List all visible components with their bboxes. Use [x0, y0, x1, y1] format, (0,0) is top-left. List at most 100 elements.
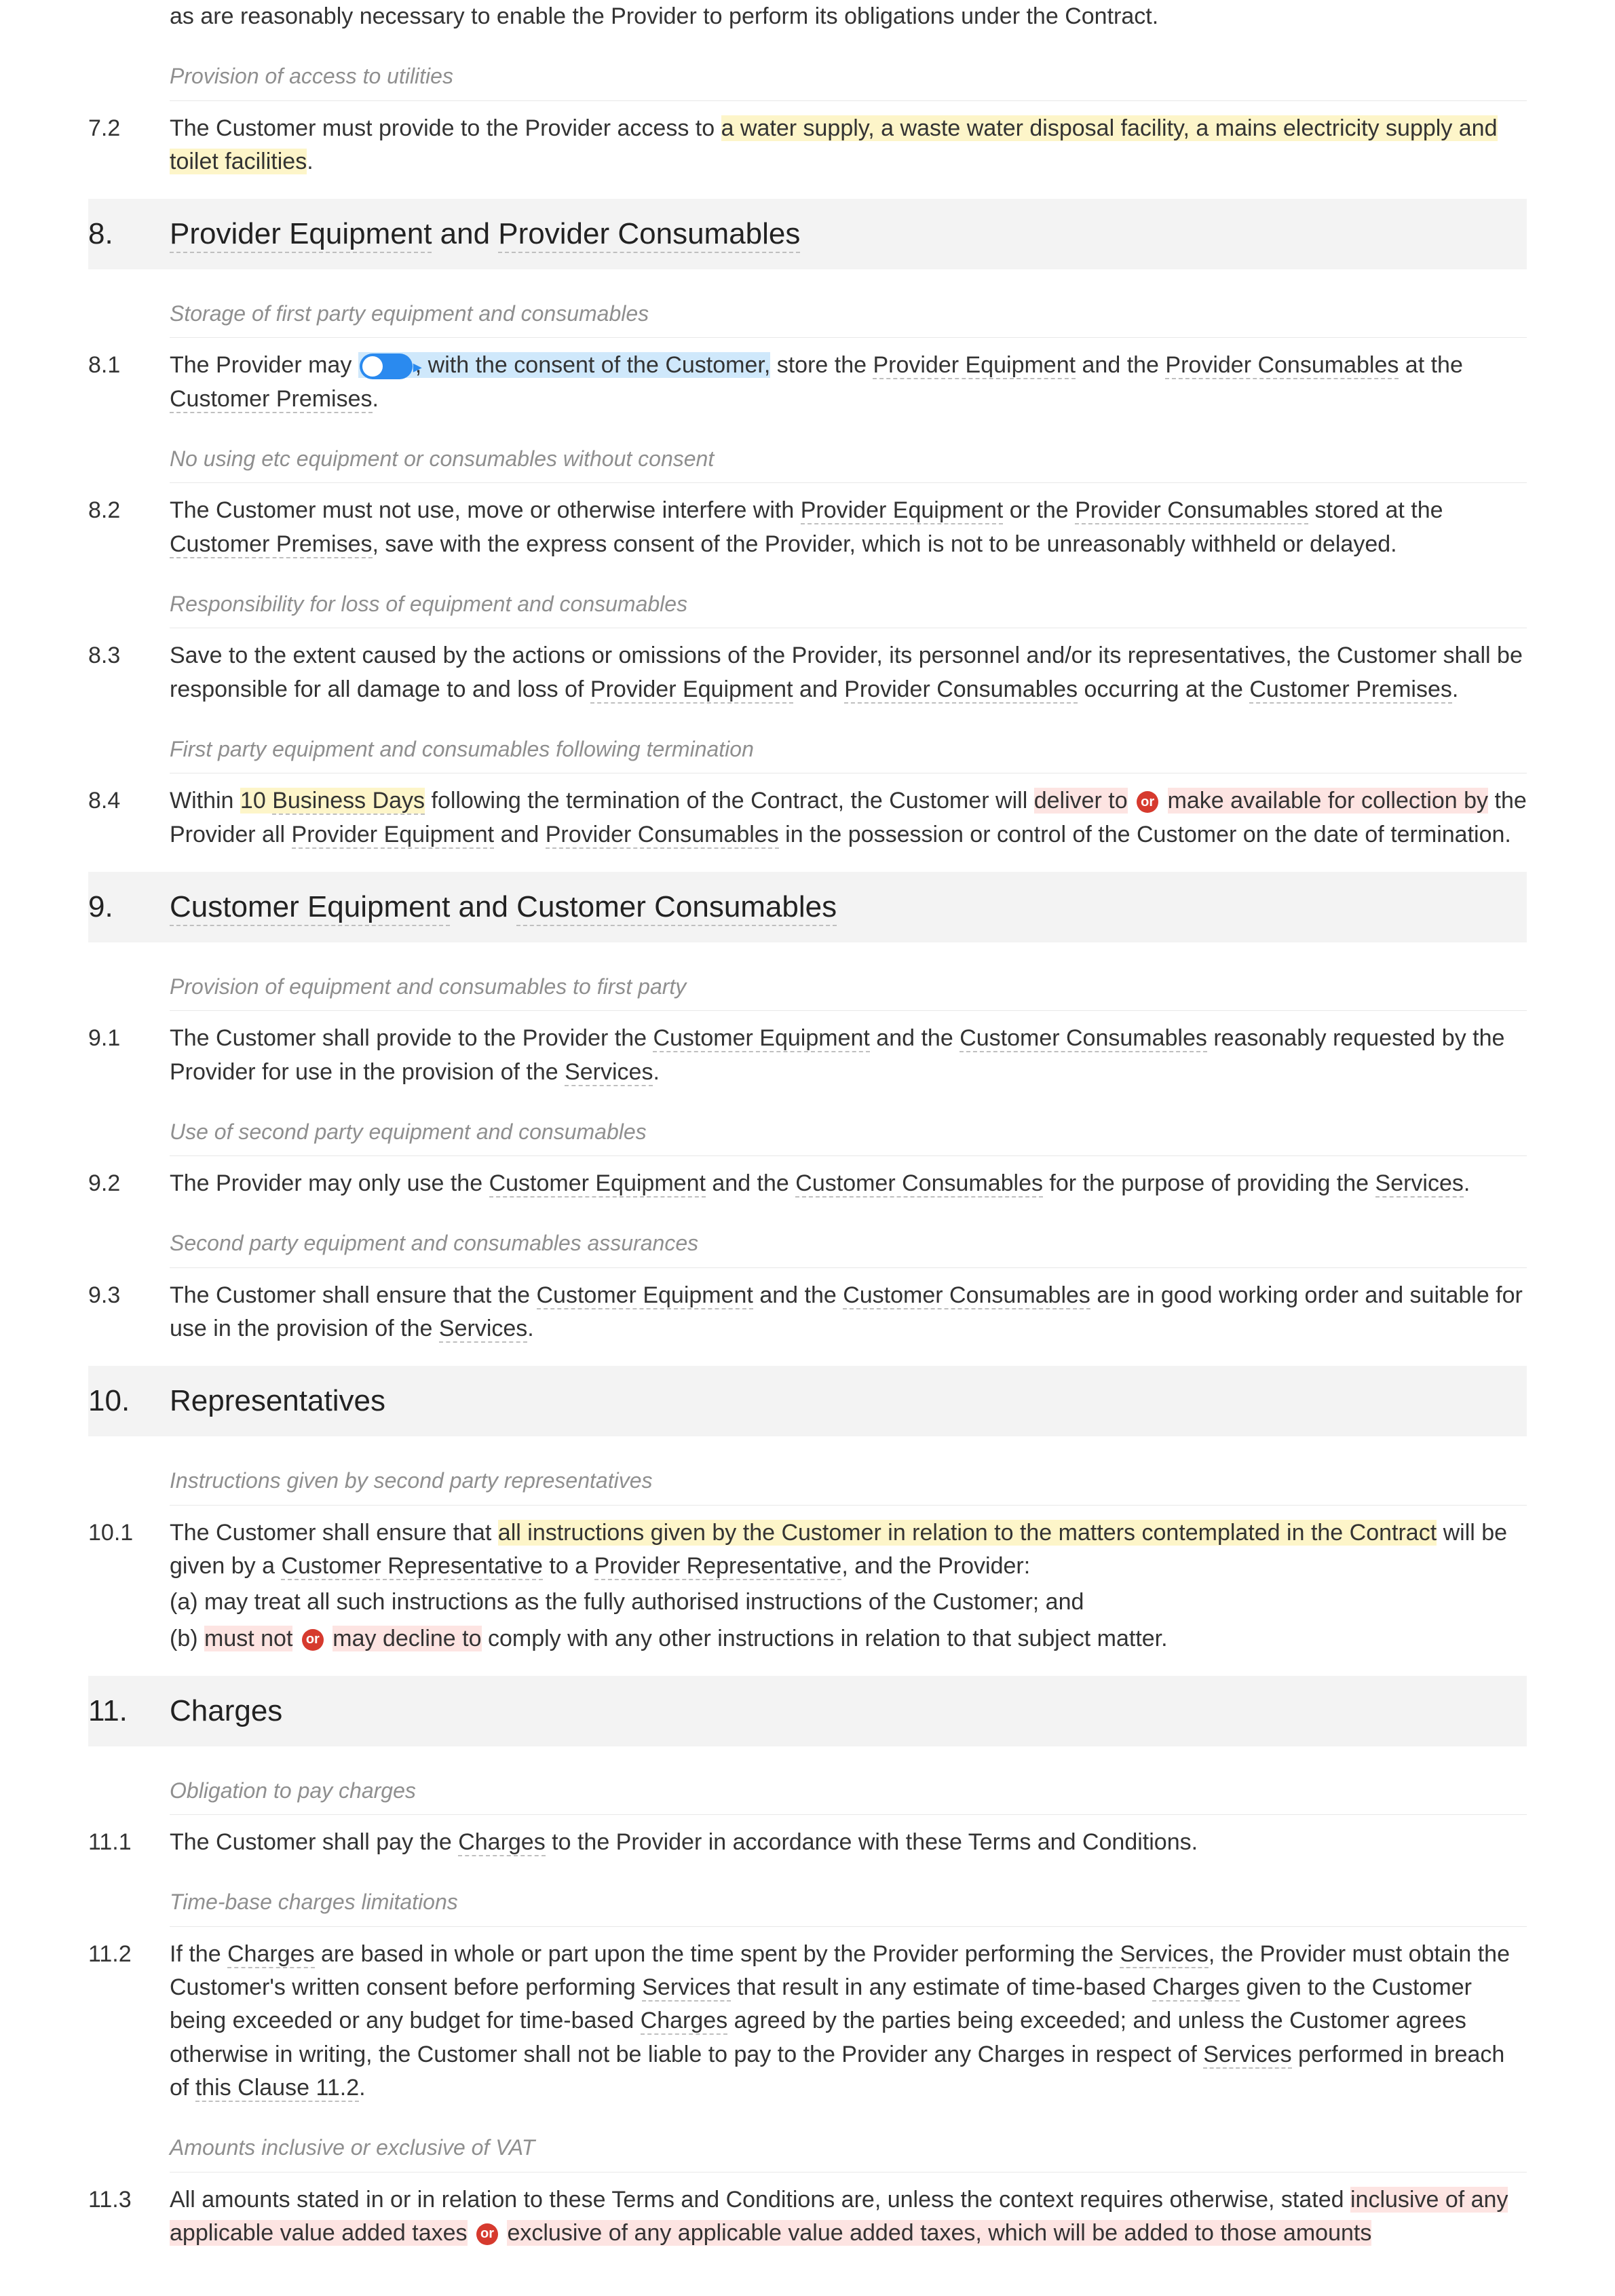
alternative-option[interactable]: exclusive of any applicable value added … [507, 2220, 1371, 2246]
or-badge[interactable]: or [476, 2223, 498, 2245]
defined-term[interactable]: Provider Equipment [873, 352, 1076, 379]
defined-term[interactable]: Provider Consumables [1075, 497, 1308, 524]
text: . [653, 1059, 659, 1085]
defined-term[interactable]: Customer Consumables [795, 1170, 1043, 1198]
text: and [432, 217, 498, 250]
defined-term[interactable]: Services [1375, 1170, 1464, 1198]
defined-term[interactable]: Services [439, 1316, 527, 1343]
section-heading-9: 9. Customer Equipment and Customer Consu… [88, 872, 1527, 942]
clause-body: The Customer must provide to the Provide… [170, 112, 1527, 179]
clause-body: Within 10 Business Days following the te… [170, 784, 1527, 852]
text: store the [770, 352, 873, 378]
text: as are reasonably necessary to enable th… [170, 3, 1158, 29]
alternative-option[interactable]: make available for collection by [1168, 788, 1488, 814]
optional-block[interactable]: ▸, with the consent of the Customer, [358, 352, 771, 378]
defined-term[interactable]: Provider Consumables [1165, 352, 1399, 379]
text: (b) [170, 1626, 204, 1651]
defined-term[interactable]: Provider Equipment [590, 676, 793, 704]
defined-term[interactable]: Customer Equipment [489, 1170, 706, 1198]
text: . [527, 1316, 533, 1341]
defined-term[interactable]: Provider Equipment [170, 217, 432, 253]
section-number: 10. [88, 1379, 170, 1423]
defined-term[interactable]: Customer Equipment [653, 1025, 869, 1052]
clause-8-2: 8.2 The Customer must not use, move or o… [88, 494, 1527, 561]
text: stored at the [1308, 497, 1443, 523]
clause-body: The Customer shall provide to the Provid… [170, 1022, 1527, 1089]
section-number: 9. [88, 885, 170, 929]
clause-subtitle: Storage of first party equipment and con… [170, 290, 1527, 338]
text: The Provider may only use the [170, 1170, 489, 1196]
or-badge[interactable]: or [302, 1629, 324, 1651]
defined-term[interactable]: Customer Consumables [960, 1025, 1207, 1052]
text: , and the Provider: [841, 1553, 1030, 1579]
text: or the [1003, 497, 1075, 523]
defined-term[interactable]: Services [1120, 1941, 1208, 1968]
defined-term[interactable]: Services [642, 1974, 730, 2002]
text: and [494, 822, 546, 847]
defined-term[interactable]: Provider Representative [594, 1553, 842, 1580]
defined-term[interactable]: Customer Equipment [170, 890, 450, 926]
defined-term[interactable]: Customer Premises [170, 531, 373, 558]
text: 10 [240, 788, 272, 814]
defined-term[interactable]: Charges [1152, 1974, 1240, 2002]
text: that result in any estimate of time-base… [731, 1974, 1153, 2000]
defined-term[interactable]: Provider Consumables [844, 676, 1078, 704]
clause-number: 9.3 [88, 1279, 170, 1346]
clause-subtitle: Amounts inclusive or exclusive of VAT [170, 2124, 1527, 2172]
clause-number: 11.2 [88, 1938, 170, 2105]
defined-term[interactable]: Services [565, 1059, 653, 1086]
clause-11-2: 11.2 If the Charges are based in whole o… [88, 1938, 1527, 2105]
defined-term[interactable]: Provider Consumables [546, 822, 779, 849]
text: occurring at the [1078, 676, 1249, 702]
clause-number: 11.1 [88, 1826, 170, 1859]
defined-term[interactable]: Customer Consumables [843, 1282, 1090, 1309]
clause-8-3: 8.3 Save to the extent caused by the act… [88, 639, 1527, 706]
defined-term[interactable]: Customer Equipment [537, 1282, 753, 1309]
clause-body: If the Charges are based in whole or par… [170, 1938, 1527, 2105]
defined-term[interactable]: Charges [458, 1829, 546, 1856]
text: The Customer shall ensure that [170, 1520, 498, 1546]
defined-term[interactable]: Charges [641, 2008, 728, 2035]
text: . [1452, 676, 1458, 702]
defined-term[interactable]: Charges [227, 1941, 315, 1968]
defined-term[interactable]: Business Days [272, 788, 425, 815]
clause-subtitle: Use of second party equipment and consum… [170, 1108, 1527, 1156]
defined-term[interactable]: Provider Consumables [498, 217, 800, 253]
text: and the [706, 1170, 795, 1196]
clause-number: 8.4 [88, 784, 170, 852]
highlight-editable[interactable]: all instructions given by the Customer i… [498, 1520, 1437, 1546]
or-badge[interactable]: or [1137, 791, 1158, 813]
clause-number: 9.1 [88, 1022, 170, 1089]
text: . [1464, 1170, 1470, 1196]
sub-item-a: (a) may treat all such instructions as t… [170, 1586, 1527, 1619]
defined-term[interactable]: Provider Equipment [292, 822, 495, 849]
alternative-option[interactable]: must not [204, 1626, 292, 1651]
text: . [373, 386, 379, 412]
clause-10-1: 10.1 The Customer shall ensure that all … [88, 1516, 1527, 1656]
text: and the [753, 1282, 843, 1308]
section-title: Charges [170, 1689, 282, 1733]
text: and [450, 890, 516, 923]
clause-fragment: as are reasonably necessary to enable th… [88, 0, 1527, 33]
toggle-switch[interactable]: ▸ [360, 353, 413, 379]
section-title: Customer Equipment and Customer Consumab… [170, 885, 837, 929]
alternative-option[interactable]: deliver to [1034, 788, 1128, 814]
defined-term[interactable]: Services [1203, 2042, 1291, 2069]
defined-term[interactable]: this Clause 11.2 [195, 2075, 359, 2102]
clause-subtitle: First party equipment and consumables fo… [170, 725, 1527, 773]
clause-number [88, 0, 170, 33]
highlight-editable[interactable]: 10 Business Days [240, 788, 425, 814]
text: and the [870, 1025, 960, 1051]
defined-term[interactable]: Customer Representative [281, 1553, 543, 1580]
defined-term[interactable]: Customer Premises [170, 386, 373, 413]
text: . [307, 149, 313, 174]
text: for the purpose of providing the [1043, 1170, 1375, 1196]
text: If the [170, 1941, 227, 1967]
clause-body: The Customer shall ensure that all instr… [170, 1516, 1527, 1656]
defined-term[interactable]: Customer Premises [1249, 676, 1452, 704]
clause-subtitle: Provision of equipment and consumables t… [170, 963, 1527, 1011]
defined-term[interactable]: Customer Consumables [516, 890, 837, 926]
clause-11-1: 11.1 The Customer shall pay the Charges … [88, 1826, 1527, 1859]
defined-term[interactable]: Provider Equipment [801, 497, 1004, 524]
alternative-option[interactable]: may decline to [332, 1626, 481, 1651]
